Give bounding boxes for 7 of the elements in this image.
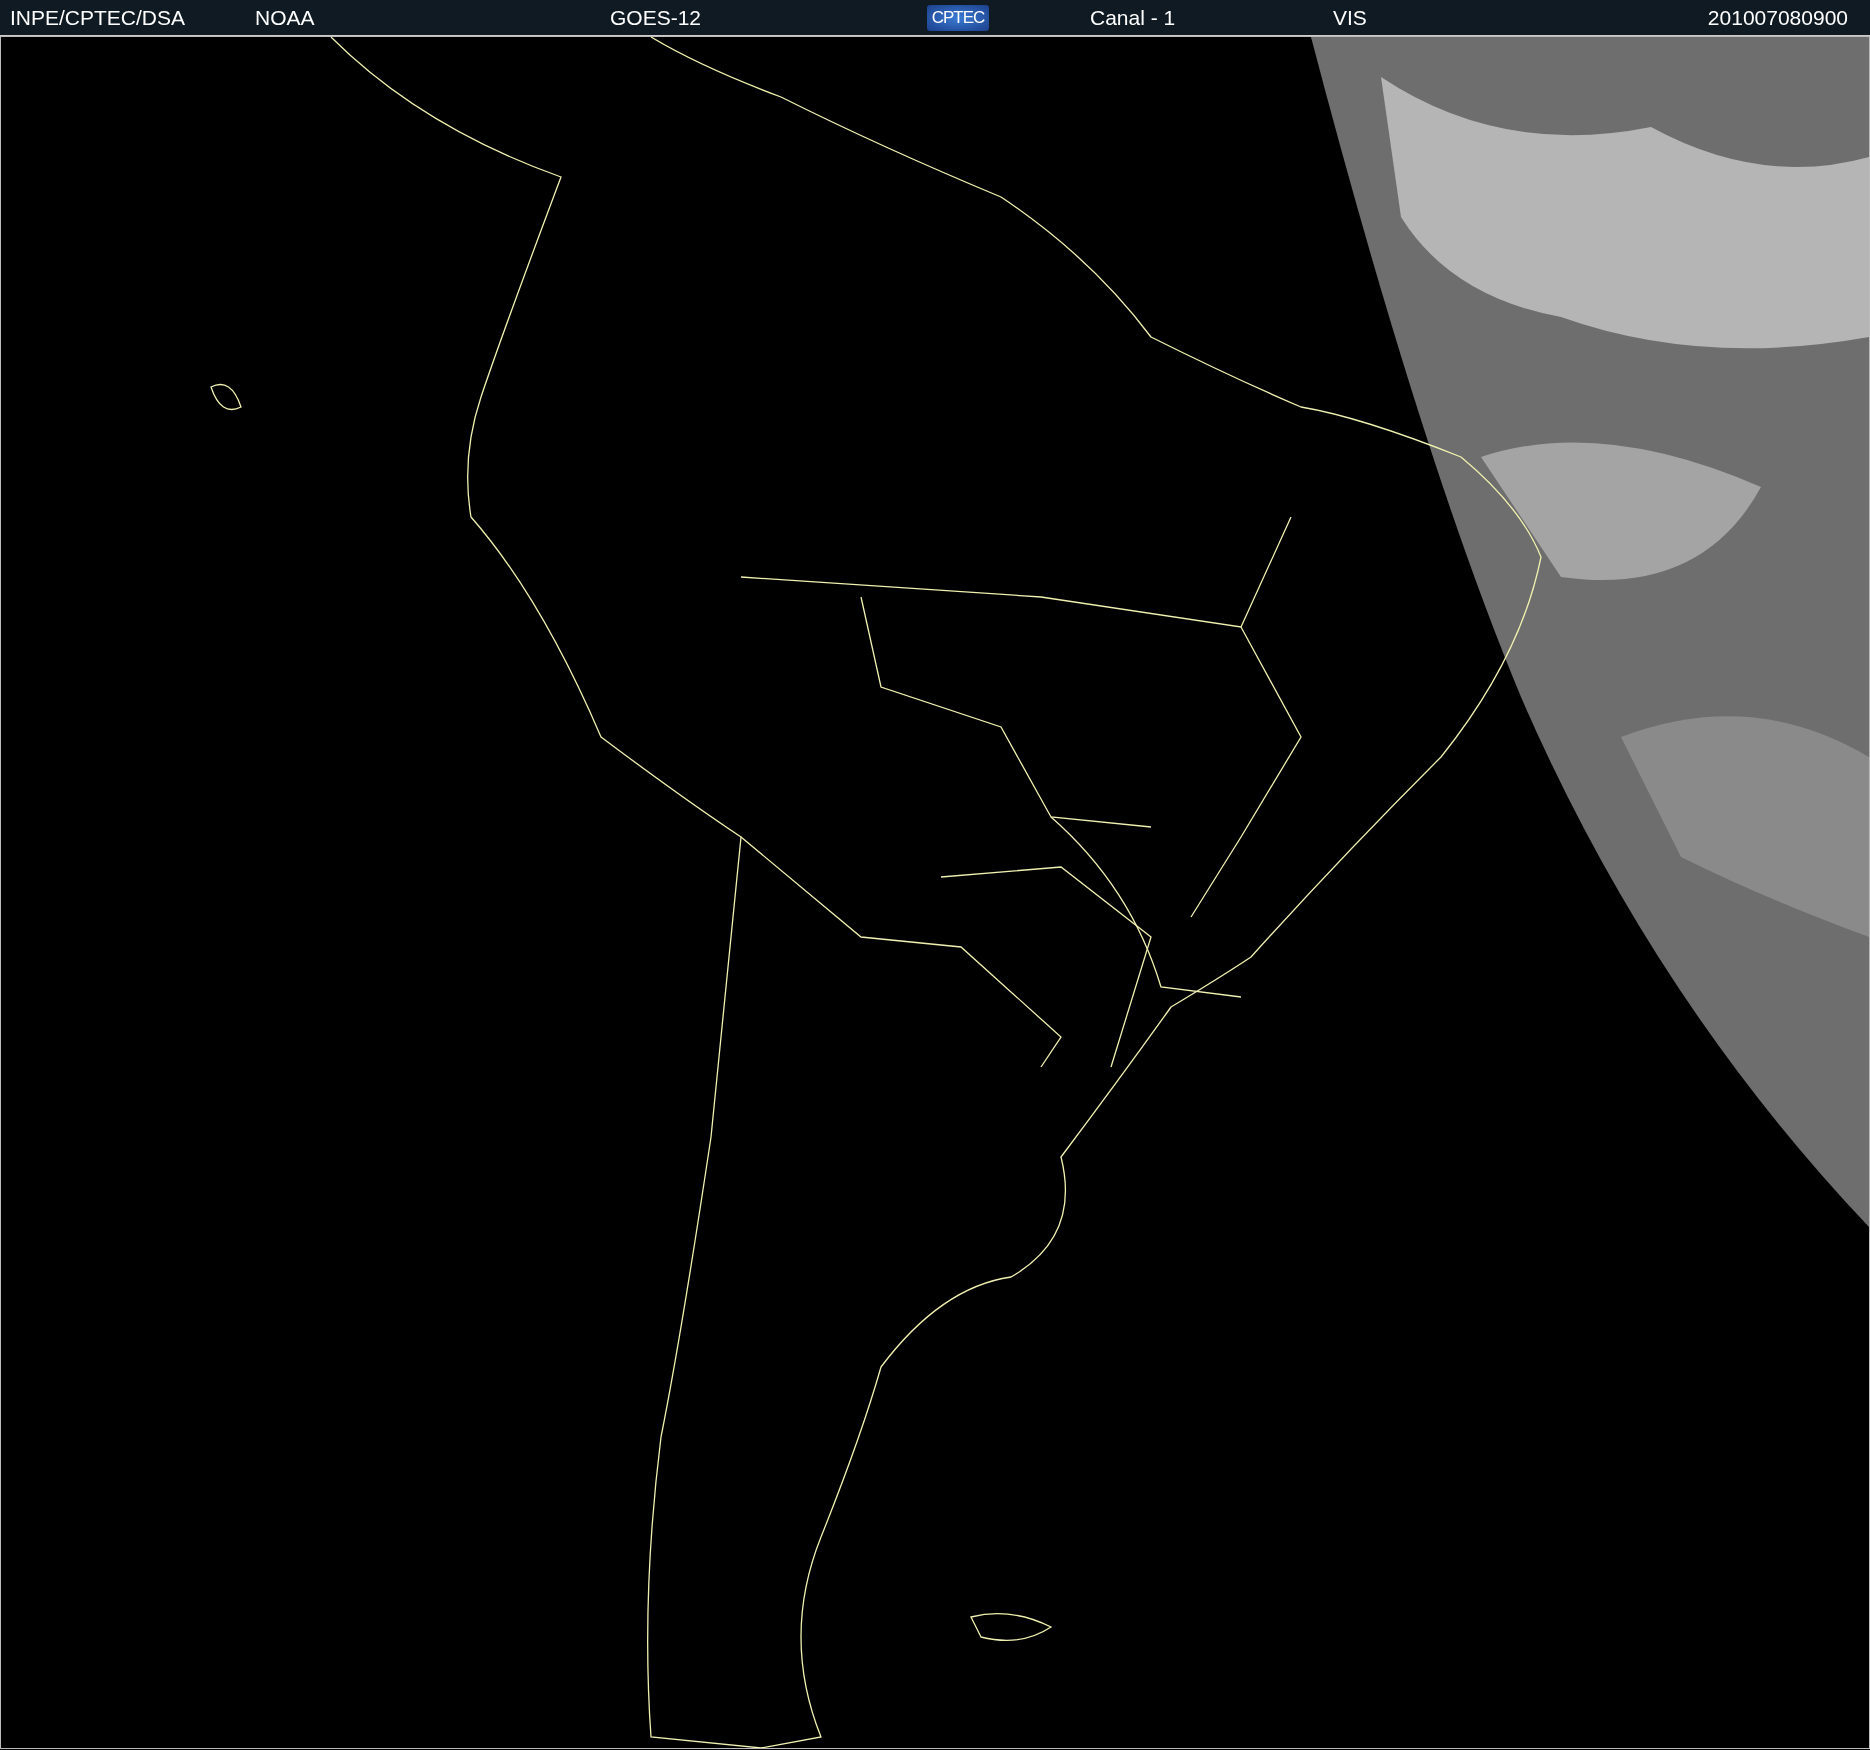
- channel-label: Canal - 1: [1090, 5, 1177, 30]
- agency-label: NOAA: [255, 5, 316, 30]
- satellite-label: GOES-12: [610, 5, 703, 30]
- band-label: VIS: [1333, 5, 1368, 30]
- timestamp-label: 201007080900: [1707, 5, 1848, 30]
- logo-badge: CPTEC: [927, 4, 989, 31]
- source-label: INPE/CPTEC/DSA: [10, 5, 187, 30]
